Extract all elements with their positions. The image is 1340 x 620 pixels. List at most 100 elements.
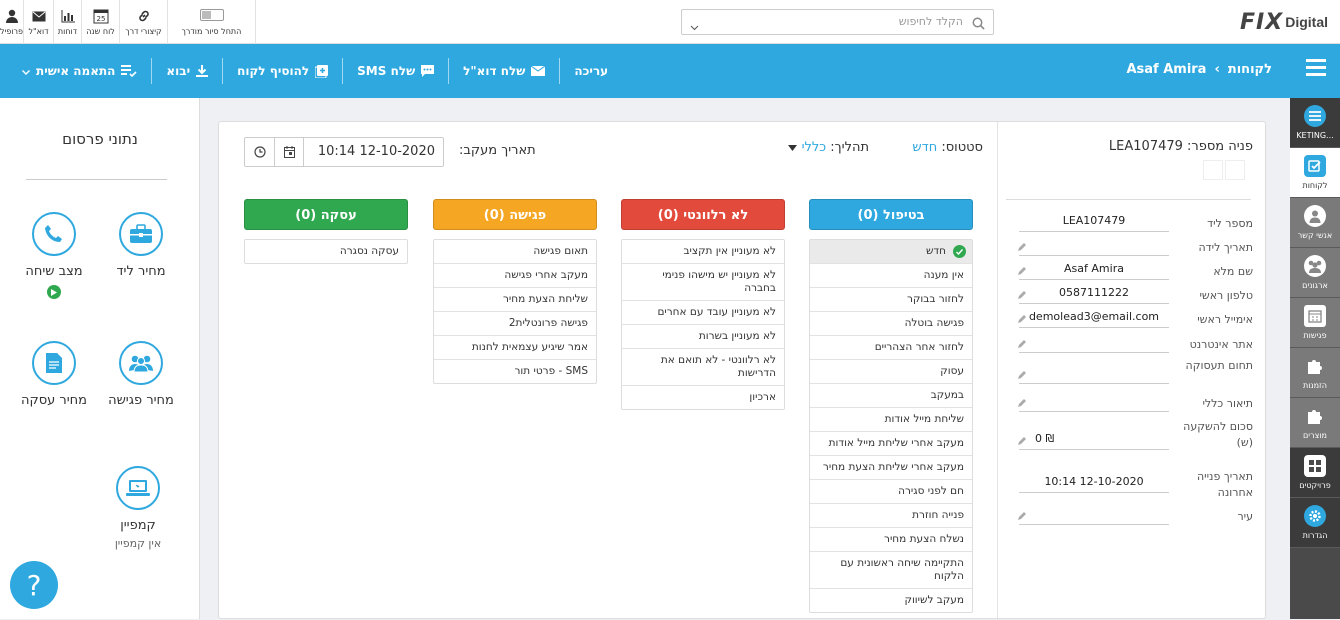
play-icon[interactable] bbox=[47, 285, 61, 299]
prev-record-button[interactable] bbox=[1203, 160, 1223, 180]
pencil-icon[interactable] bbox=[1017, 370, 1026, 383]
list-item[interactable]: לחזור אחר הצהריים bbox=[810, 336, 972, 360]
status-list: חדש אין מענה לחזור בבוקר פגישה בוטלה לחז… bbox=[809, 239, 973, 613]
list-item[interactable]: חם לפני סגירה bbox=[810, 480, 972, 504]
full-name-value[interactable]: Asaf Amira bbox=[1017, 262, 1169, 280]
pencil-icon[interactable] bbox=[1017, 242, 1026, 255]
occupation-value[interactable] bbox=[1017, 366, 1169, 384]
meeting-price-widget[interactable]: מחיר פגישה bbox=[101, 341, 181, 408]
import-button[interactable]: יבוא bbox=[151, 58, 222, 84]
nav-orders[interactable]: הזמנות bbox=[1290, 348, 1340, 398]
list-item[interactable]: לא מעוניין עובד עם אחרים bbox=[622, 301, 784, 325]
campaign-widget[interactable]: קמפיין אין קמפיין bbox=[98, 466, 178, 550]
pencil-icon[interactable] bbox=[1017, 398, 1026, 411]
list-item[interactable]: התקיימה שיחה ראשונית עם הלקוח bbox=[810, 552, 972, 589]
calendar-button[interactable]: 25 לוח שנה bbox=[82, 0, 120, 44]
nav-marketing[interactable]: KETING... bbox=[1290, 98, 1340, 148]
send-sms-button[interactable]: שלח SMS bbox=[342, 58, 448, 84]
column-in-progress: בטיפול (0) חדש אין מענה לחזור בבוקר פגיש… bbox=[809, 199, 973, 613]
pencil-icon[interactable] bbox=[1017, 436, 1026, 449]
main-phone-value[interactable]: 0587111222 bbox=[1017, 286, 1169, 304]
list-item[interactable]: לא רלוונטי - לא תואם את הדרישות bbox=[622, 349, 784, 386]
list-item[interactable]: לחזור בבוקר bbox=[810, 288, 972, 312]
list-item[interactable]: מעקב אחרי שליחת מייל אודות bbox=[810, 432, 972, 456]
lead-price-widget[interactable]: מחיר ליד bbox=[101, 212, 181, 279]
pencil-icon[interactable] bbox=[1017, 339, 1026, 352]
list-item[interactable]: SMS - פרטי תור bbox=[434, 360, 596, 383]
list-item[interactable]: לא מעוניין אין תקציב bbox=[622, 240, 784, 264]
column-header[interactable]: לא רלוונטי (0) bbox=[621, 199, 785, 230]
list-item[interactable]: מעקב אחרי שליחת הצעת מחיר bbox=[810, 456, 972, 480]
investment-amount-value[interactable]: 0 ₪ bbox=[1017, 432, 1169, 450]
logo-digital: Digital bbox=[1285, 14, 1328, 30]
list-item[interactable]: עסוק bbox=[810, 360, 972, 384]
nav-products[interactable]: מוצרים bbox=[1290, 398, 1340, 448]
list-item[interactable]: שליחת הצעת מחיר bbox=[434, 288, 596, 312]
nav-settings[interactable]: הגדרות bbox=[1290, 498, 1340, 548]
search-icon[interactable] bbox=[972, 15, 985, 34]
search-input[interactable]: הקלד לחיפוש bbox=[899, 15, 963, 28]
list-item[interactable]: פגישה בוטלה bbox=[810, 312, 972, 336]
pencil-icon[interactable] bbox=[1017, 290, 1026, 303]
menu-icon[interactable] bbox=[1306, 59, 1326, 80]
tracking-date-input[interactable]: 10:14 12-10-2020 bbox=[244, 137, 444, 167]
fix-digital-logo[interactable]: FIX Digital bbox=[1240, 8, 1328, 36]
document-icon bbox=[32, 341, 76, 385]
status-list: לא מעוניין אין תקציב לא מעוניין יש מישהו… bbox=[621, 239, 785, 410]
column-header[interactable]: עסקה (0) bbox=[244, 199, 408, 230]
list-item[interactable]: במעקב bbox=[810, 384, 972, 408]
list-item[interactable]: ארכיון bbox=[622, 386, 784, 409]
chevron-down-icon bbox=[22, 64, 30, 78]
website-value[interactable] bbox=[1017, 335, 1169, 353]
calendar-icon[interactable] bbox=[275, 138, 304, 166]
email-button[interactable]: דוא"ל bbox=[24, 0, 54, 44]
send-email-button[interactable]: שלח דוא"ל bbox=[448, 58, 559, 84]
list-item[interactable]: אין מענה bbox=[810, 264, 972, 288]
pencil-icon[interactable] bbox=[1017, 266, 1026, 279]
list-item[interactable]: מעקב אחרי פגישה bbox=[434, 264, 596, 288]
list-item[interactable]: פנייה חוזרת bbox=[810, 504, 972, 528]
list-item[interactable]: אמר שיגיע עצמאית לחנות bbox=[434, 336, 596, 360]
nav-customers[interactable]: לקוחות bbox=[1290, 148, 1340, 198]
list-item[interactable]: תאום פגישה bbox=[434, 240, 596, 264]
column-header[interactable]: פגישה (0) bbox=[433, 199, 597, 230]
chevron-down-icon[interactable] bbox=[690, 16, 699, 35]
column-header[interactable]: בטיפול (0) bbox=[809, 199, 973, 230]
column-meeting: פגישה (0) תאום פגישה מעקב אחרי פגישה שלי… bbox=[433, 199, 597, 384]
search-box[interactable]: הקלד לחיפוש bbox=[681, 9, 994, 35]
list-item[interactable]: שליחת מייל אודות bbox=[810, 408, 972, 432]
birth-date-value[interactable] bbox=[1017, 238, 1169, 256]
city-value[interactable] bbox=[1017, 507, 1169, 525]
nav-projects[interactable]: פרויקטים bbox=[1290, 448, 1340, 498]
process-selector[interactable]: תהליך: כללי bbox=[788, 140, 869, 155]
list-item[interactable]: חדש bbox=[810, 240, 972, 264]
next-record-button[interactable] bbox=[1225, 160, 1245, 180]
meetings-icon bbox=[1304, 305, 1326, 327]
list-item[interactable]: נשלח הצעת מחיר bbox=[810, 528, 972, 552]
clock-icon[interactable] bbox=[245, 138, 275, 166]
customize-button[interactable]: התאמה אישית bbox=[8, 58, 151, 84]
list-item[interactable]: עסקה נסגרה bbox=[245, 240, 407, 263]
list-item[interactable]: פגישה פרונטלית2 bbox=[434, 312, 596, 336]
pencil-icon[interactable] bbox=[1017, 314, 1026, 327]
reports-button[interactable]: דוחות bbox=[54, 0, 82, 44]
nav-organizations[interactable]: ארגונים bbox=[1290, 248, 1340, 298]
call-status-widget[interactable]: מצב שיחה bbox=[14, 212, 94, 299]
nav-meetings[interactable]: פגישות bbox=[1290, 298, 1340, 348]
edit-button[interactable]: עריכה bbox=[559, 58, 622, 84]
pencil-icon[interactable] bbox=[1017, 511, 1026, 524]
breadcrumb-root[interactable]: לקוחות bbox=[1228, 62, 1272, 77]
deal-price-widget[interactable]: מחיר עסקה bbox=[14, 341, 94, 408]
list-item[interactable]: מעקב לשיווק bbox=[810, 589, 972, 612]
shortcuts-button[interactable]: קיצורי דרך bbox=[120, 0, 168, 44]
profile-button[interactable]: פרופיל bbox=[0, 0, 24, 44]
add-customer-button[interactable]: להוסיף לקוח bbox=[222, 58, 342, 84]
help-button[interactable]: ? bbox=[10, 561, 58, 609]
nav-contacts[interactable]: אנשי קשר bbox=[1290, 198, 1340, 248]
last-contact-value: 10:14 12-10-2020 bbox=[1019, 475, 1169, 493]
guided-tour-toggle[interactable]: התחל סיור מודרך bbox=[168, 0, 256, 44]
list-item[interactable]: לא מעוניין יש מישהו פנימי בחברה bbox=[622, 264, 784, 301]
list-item[interactable]: לא מעוניין בשרות bbox=[622, 325, 784, 349]
description-value[interactable] bbox=[1017, 394, 1169, 412]
main-email-value[interactable]: demolead3@email.com bbox=[1017, 310, 1169, 328]
